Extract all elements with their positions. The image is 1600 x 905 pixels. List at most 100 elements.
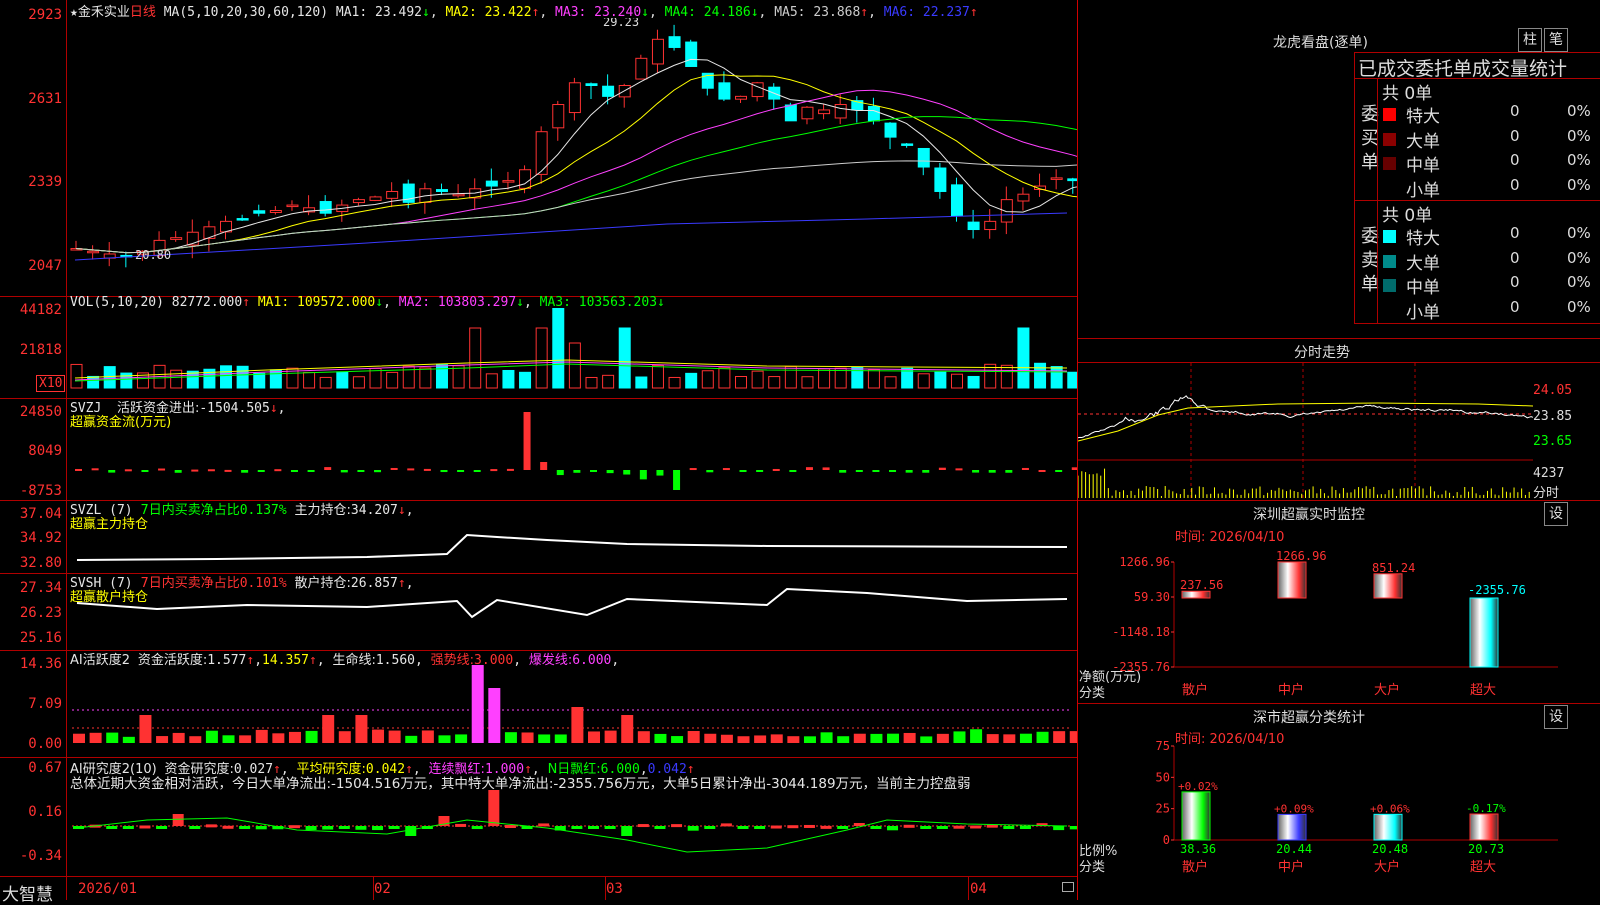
svzl-axis-label: 32.80 <box>19 555 62 571</box>
vol-axis-label: 44182 <box>19 302 62 318</box>
candle <box>535 131 548 175</box>
svzj-chart[interactable] <box>67 400 1077 500</box>
activity-bar <box>388 730 401 743</box>
activity-bar <box>671 736 684 743</box>
bar-delta-label: +0.09% <box>1274 802 1314 815</box>
holding-line <box>76 533 1068 561</box>
volume-bar <box>502 369 515 389</box>
candle <box>901 143 914 146</box>
chart-area[interactable]: 2923 2631 2339 2047 ★金禾实业日线 MA(5,10,20,3… <box>0 0 1078 905</box>
svsh-axis-label: 27.34 <box>19 580 62 596</box>
intraday-vol-unit: 分时 <box>1533 486 1560 501</box>
flow-bar <box>374 470 382 473</box>
activity-bar <box>272 733 285 743</box>
price-axis-label: 2631 <box>28 91 62 107</box>
candlestick-chart[interactable]: 29.23 20.80 <box>67 18 1077 294</box>
activity-bar <box>504 732 517 743</box>
research-bar <box>504 825 516 829</box>
activity-bar <box>754 735 767 743</box>
activity-bar <box>405 735 418 743</box>
bar-mode-button[interactable]: 柱 <box>1518 28 1542 52</box>
buy-side-label: 委买单 <box>1361 104 1379 173</box>
category-label: 中户 <box>1278 682 1304 698</box>
volume-bar <box>1067 371 1077 389</box>
activity-bar <box>73 733 85 743</box>
research-bar <box>122 826 134 829</box>
ai2-axis-label: 0.67 <box>28 760 62 776</box>
intraday-axis-label: 23.85 <box>1533 409 1573 424</box>
flow-bar <box>224 469 232 472</box>
flow-bar <box>739 470 747 472</box>
flow-bar <box>889 470 897 472</box>
buy-total: 共 0单 <box>1382 84 1433 104</box>
sz-monitor-settings-button[interactable]: 设 <box>1544 502 1568 526</box>
intraday-chart[interactable] <box>1078 363 1600 500</box>
dragon-title: 龙虎看盘(逐单) <box>1273 35 1368 51</box>
volume-bar <box>303 371 316 389</box>
activity-bar <box>372 729 385 743</box>
bar-value-label: 237.56 <box>1180 578 1223 592</box>
volume-bar <box>701 370 714 389</box>
activity-bar <box>172 732 185 743</box>
activity-bar <box>106 732 119 743</box>
candle <box>253 210 266 214</box>
volume-bar <box>170 369 183 389</box>
ai2-axis-label: -0.34 <box>19 848 62 864</box>
order-size-label: 大单 <box>1406 131 1440 152</box>
volume-bar <box>950 373 963 389</box>
flow-bar <box>357 470 365 472</box>
category-label: 大户 <box>1374 859 1400 875</box>
category-label: 超大 <box>1470 683 1496 698</box>
flow-bar <box>174 470 182 473</box>
legend-swatch <box>1383 303 1396 317</box>
activity-bar <box>803 736 816 743</box>
flow-bar <box>407 468 415 471</box>
flow-bar <box>540 462 548 470</box>
research-bar <box>322 826 334 830</box>
volume-chart[interactable] <box>67 308 1077 398</box>
ai1-chart[interactable] <box>67 665 1077 757</box>
volume-bar <box>867 369 880 389</box>
activity-bar <box>156 736 169 743</box>
sell-total: 共 0单 <box>1382 206 1433 226</box>
flow-bar <box>91 468 99 471</box>
flow-bar <box>839 470 847 473</box>
volume-bar <box>1050 366 1063 389</box>
volume-bar <box>386 371 399 389</box>
flow-bar <box>590 470 597 472</box>
flow-bar <box>290 470 298 472</box>
candle <box>452 193 465 197</box>
svzl-chart[interactable] <box>67 502 1077 573</box>
flow-bar <box>1005 470 1013 473</box>
volume-bar <box>735 375 748 389</box>
tick-mode-button[interactable]: 笔 <box>1544 28 1568 52</box>
volume-bar <box>552 308 565 389</box>
svsh-chart[interactable] <box>67 575 1077 650</box>
research-bar <box>687 826 699 831</box>
x-tick: 2026/01 <box>78 881 138 897</box>
flow-bar <box>905 470 913 473</box>
sz-class-settings-button[interactable]: 设 <box>1544 705 1568 729</box>
order-percent: 0% <box>1567 102 1591 120</box>
price-axis-label: 2339 <box>28 174 62 190</box>
candle <box>236 218 249 221</box>
volume-bar <box>718 367 731 389</box>
ai2-summary: 总体近期大资金相对活跃，今日大单净流出:-1504.516万元，其中特大单净流出… <box>70 776 971 792</box>
activity-bar <box>571 707 584 743</box>
order-size-label: 小单 <box>1406 302 1440 323</box>
volume-bar <box>519 371 532 389</box>
ai2-chart[interactable] <box>67 790 1077 876</box>
lock-icon[interactable] <box>1062 882 1074 892</box>
activity-bar <box>820 732 833 743</box>
order-size-label: 中单 <box>1406 156 1440 176</box>
order-count: 0 <box>1510 224 1520 242</box>
research-bar <box>1069 826 1077 830</box>
category-label: 中户 <box>1278 859 1304 875</box>
research-bar <box>671 824 683 828</box>
activity-bar <box>903 732 916 743</box>
order-count: 0 <box>1510 273 1520 291</box>
candle <box>1017 193 1030 202</box>
price-axis-label: 2923 <box>28 7 62 23</box>
activity-bar <box>239 735 252 743</box>
brand-logo: 大智慧 <box>2 885 53 905</box>
